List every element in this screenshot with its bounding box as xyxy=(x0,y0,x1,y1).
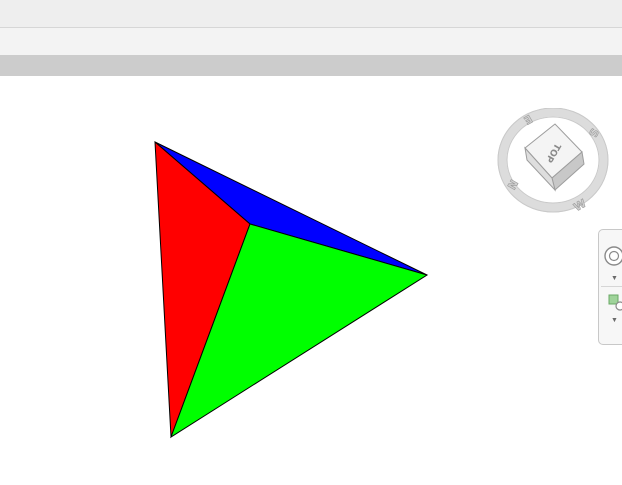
navigation-bar-divider xyxy=(601,286,622,287)
chevron-down-icon[interactable]: ▼ xyxy=(611,316,621,326)
full-navigation-wheel-icon xyxy=(604,246,622,266)
title-bar xyxy=(0,0,622,28)
zoom-extents-icon xyxy=(608,294,622,311)
full-navigation-wheel-button[interactable] xyxy=(601,245,622,271)
file-tab-bar xyxy=(0,55,622,76)
chevron-down-icon[interactable]: ▼ xyxy=(611,274,621,284)
viewcube[interactable]: N S E W TOP xyxy=(496,108,616,224)
drawing-viewport[interactable]: N S E W TOP ▼ ▼ xyxy=(0,76,622,485)
zoom-extents-button[interactable] xyxy=(601,292,622,318)
navigation-bar: ▼ ▼ xyxy=(598,229,622,345)
ribbon-bar xyxy=(0,28,622,55)
